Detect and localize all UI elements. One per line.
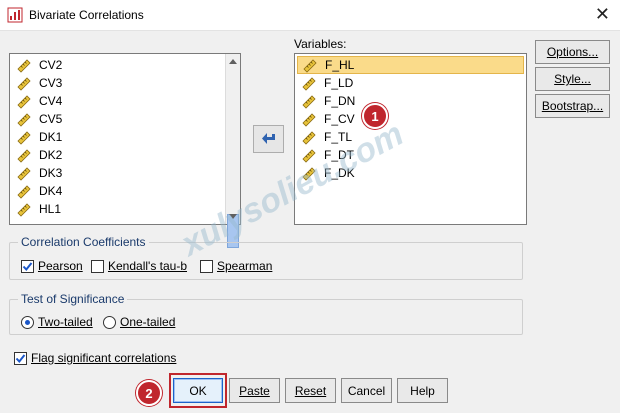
kendall-label: Kendall's tau-b (108, 259, 188, 273)
source-variable-item-label: DK3 (39, 166, 63, 180)
window-title: Bivariate Correlations (29, 8, 144, 22)
selected-variable-item-label: F_DT (324, 148, 354, 162)
paste-button[interactable]: Paste (229, 378, 280, 403)
spearman-label: Spearman (217, 259, 273, 273)
source-items: CV2 CV3 CV4 CV5 DK1 DK2 DK3 DK4 HL1 (12, 56, 238, 218)
spearman-checkbox[interactable] (200, 259, 213, 273)
two-tailed-option[interactable]: Two-tailed (21, 315, 93, 329)
source-variable-item[interactable]: DK4 (12, 182, 238, 200)
source-variable-item-label: DK1 (39, 130, 63, 144)
step-badge-2: 2 (136, 380, 162, 406)
test-of-significance-group: Test of Significance Two-tailed One-tail… (9, 292, 523, 335)
test-of-significance-legend: Test of Significance (18, 292, 128, 306)
selected-variable-item-label: F_LD (324, 76, 354, 90)
ok-button[interactable]: OK (173, 378, 223, 403)
source-variable-item-label: HL1 (39, 202, 62, 216)
selected-variable-item[interactable]: F_DT (297, 146, 524, 164)
scroll-up-icon[interactable] (227, 55, 239, 68)
scale-variable-icon (17, 185, 31, 199)
one-tailed-label: One-tailed (120, 315, 176, 329)
selected-variable-item-label: F_CV (324, 112, 355, 126)
scale-variable-icon (302, 149, 316, 163)
variables-label: Variables: (294, 37, 347, 51)
scale-variable-icon (302, 95, 316, 109)
selected-variable-item-label: F_DN (324, 94, 356, 108)
spearman-option[interactable]: Spearman (200, 259, 272, 273)
spss-app-icon (7, 7, 23, 23)
reset-button[interactable]: Reset (285, 378, 336, 403)
title-bar: Bivariate Correlations ✕ (0, 0, 620, 31)
source-variable-item[interactable]: DK3 (12, 164, 238, 182)
scale-variable-icon (17, 59, 31, 73)
scale-variable-icon (303, 59, 317, 73)
source-variable-item[interactable]: DK2 (12, 146, 238, 164)
source-variable-item-label: DK2 (39, 148, 63, 162)
selected-variable-item-label: F_TL (324, 130, 353, 144)
scroll-down-icon[interactable] (227, 210, 239, 223)
pearson-option[interactable]: Pearson (21, 259, 83, 273)
selected-variable-item[interactable]: F_DN (297, 92, 524, 110)
selected-variable-item[interactable]: F_TL (297, 128, 524, 146)
options-button[interactable]: Options... (535, 40, 610, 64)
scale-variable-icon (17, 77, 31, 91)
source-variable-item[interactable]: CV3 (12, 74, 238, 92)
source-variable-item[interactable]: HL1 (12, 200, 238, 218)
style-button[interactable]: Style... (535, 67, 610, 91)
checkmark-icon (22, 261, 33, 271)
flag-significant-option[interactable]: Flag significant correlations (14, 351, 176, 365)
scale-variable-icon (302, 113, 316, 127)
scale-variable-icon (302, 167, 316, 181)
checkmark-icon (15, 353, 26, 363)
source-variable-item-label: CV5 (39, 112, 63, 126)
scale-variable-icon (17, 167, 31, 181)
source-variable-item[interactable]: CV5 (12, 110, 238, 128)
source-list-scrollbar[interactable] (225, 54, 240, 248)
flag-significant-checkbox[interactable] (14, 351, 27, 365)
source-variable-item[interactable]: DK1 (12, 128, 238, 146)
close-icon[interactable]: ✕ (595, 4, 610, 24)
scale-variable-icon (302, 131, 316, 145)
source-variable-list[interactable]: CV2 CV3 CV4 CV5 DK1 DK2 DK3 DK4 HL1 (9, 53, 241, 248)
correlation-coefficients-legend: Correlation Coefficients (18, 235, 149, 249)
one-tailed-radio[interactable] (103, 315, 116, 329)
selected-variable-item[interactable]: F_DK (297, 164, 524, 182)
selected-variable-item-label: F_HL (325, 58, 355, 72)
selected-variable-item[interactable]: F_HL (297, 56, 524, 74)
scale-variable-icon (17, 95, 31, 109)
source-variable-item[interactable]: CV4 (12, 92, 238, 110)
selected-variable-item-label: F_DK (324, 166, 355, 180)
cancel-button[interactable]: Cancel (341, 378, 392, 403)
source-variable-item-label: CV2 (39, 58, 63, 72)
scale-variable-icon (17, 203, 31, 217)
correlation-coefficients-group: Correlation Coefficients Pearson Kendall… (9, 235, 523, 280)
help-button[interactable]: Help (397, 378, 448, 403)
two-tailed-label: Two-tailed (38, 315, 93, 329)
scale-variable-icon (302, 77, 316, 91)
two-tailed-radio[interactable] (21, 315, 34, 329)
scale-variable-icon (17, 113, 31, 127)
variables-items: F_HL F_LD F_DN F_CV F_TL F_DT F_DK (297, 56, 524, 182)
step-badge-1: 1 (362, 103, 388, 129)
source-variable-item-label: CV4 (39, 94, 63, 108)
arrow-left-icon (261, 133, 275, 144)
one-tailed-option[interactable]: One-tailed (103, 315, 175, 329)
bootstrap-button[interactable]: Bootstrap... (535, 94, 610, 118)
flag-significant-label: Flag significant correlations (31, 351, 177, 365)
kendall-checkbox[interactable] (91, 259, 104, 273)
source-variable-item-label: CV3 (39, 76, 63, 90)
scale-variable-icon (17, 149, 31, 163)
move-variable-button[interactable] (253, 125, 284, 153)
scale-variable-icon (17, 131, 31, 145)
source-variable-item[interactable]: CV2 (12, 56, 238, 74)
source-variable-item-label: DK4 (39, 184, 63, 198)
variables-list[interactable]: F_HL F_LD F_DN F_CV F_TL F_DT F_DK (294, 53, 527, 225)
pearson-checkbox[interactable] (21, 259, 34, 273)
selected-variable-item[interactable]: F_LD (297, 74, 524, 92)
pearson-label: Pearson (38, 259, 83, 273)
selected-variable-item[interactable]: F_CV (297, 110, 524, 128)
kendall-option[interactable]: Kendall's tau-b (91, 259, 187, 273)
